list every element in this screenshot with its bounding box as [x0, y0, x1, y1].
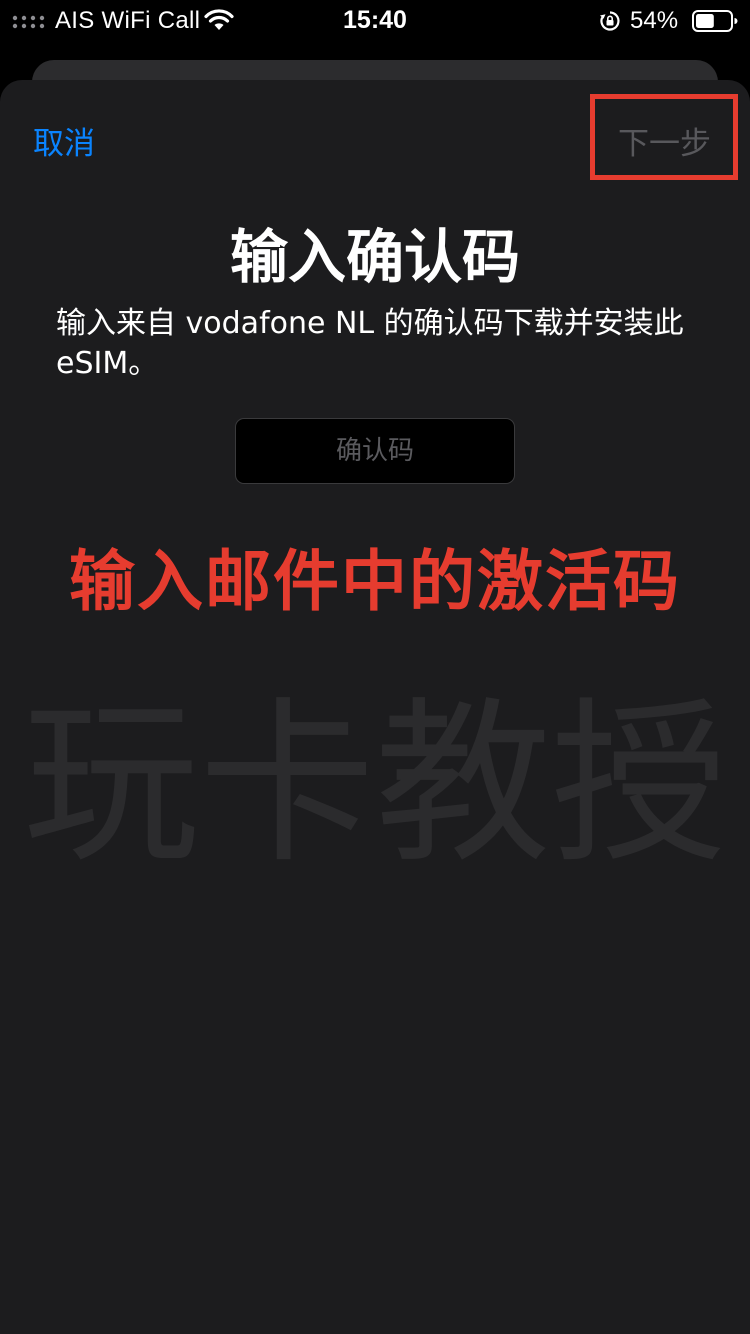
status-bar: AIS WiFi Call 15:40 54% — [0, 0, 750, 40]
confirmation-code-input[interactable] — [235, 418, 515, 484]
rotation-lock-icon — [600, 11, 620, 31]
battery-icon — [692, 10, 738, 32]
page-description: 输入来自 vodafone NL 的确认码下载并安装此eSIM。 — [56, 306, 684, 381]
annotation-text: 输入邮件中的激活码 — [69, 543, 681, 620]
watermark: 玩卡教授 — [22, 682, 727, 887]
esim-setup-sheet: 取消 下一步 输入确认码 输入来自 vodafone NL 的确认码下载并安装此… — [0, 80, 750, 1334]
battery-percent: 54% — [630, 7, 679, 34]
cancel-button[interactable]: 取消 — [33, 118, 95, 163]
next-button-highlight-box — [590, 94, 738, 180]
page-title: 输入确认码 — [229, 223, 520, 291]
